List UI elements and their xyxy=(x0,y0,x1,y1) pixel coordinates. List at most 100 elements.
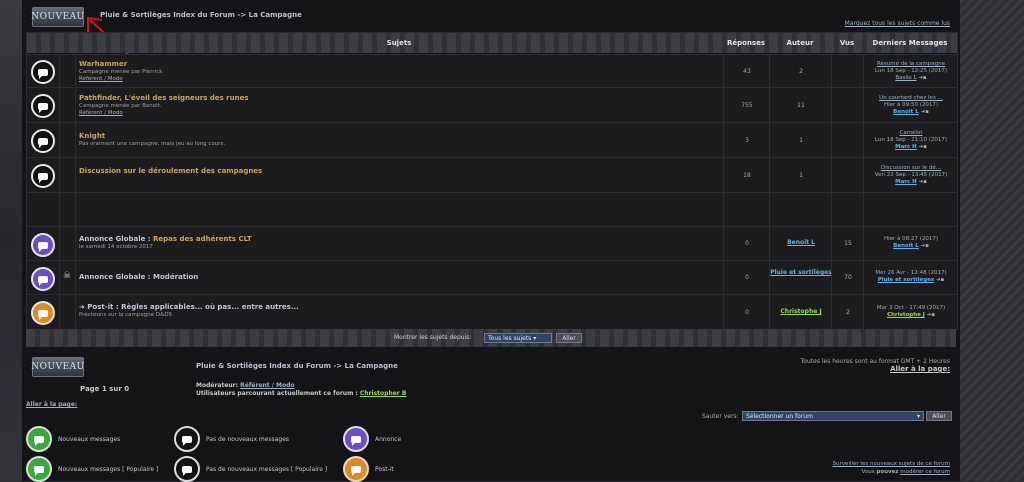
moderator-link[interactable]: Référent / Modo xyxy=(240,382,294,389)
breadcrumb-section-link[interactable]: La Campagne xyxy=(249,11,302,19)
goto-last-post-icon[interactable]: ➜▪ xyxy=(918,75,926,81)
table-row[interactable]: ➜ Post-it : Règles applicables... où pas… xyxy=(27,294,957,329)
topic-description: le samedi 14 octobre 2017 xyxy=(79,244,153,250)
topic-description: Campagne menée par Pierrick xyxy=(79,69,163,75)
last-post-date: Lun 18 Sep - 12:25 (2017) xyxy=(874,68,948,74)
table-row[interactable]: Warhammer Campagne menée par Pierrick Ré… xyxy=(27,54,957,87)
goto-last-post-icon[interactable]: ➜▪ xyxy=(919,179,927,185)
header-replies[interactable]: Réponses xyxy=(723,33,769,53)
goto-page-link[interactable]: Aller à la page: xyxy=(890,365,950,373)
author-count: 1 xyxy=(799,172,803,179)
goto-last-post-icon[interactable]: ➜▪ xyxy=(920,243,928,249)
last-post-date: Hier à 08:27 (2017) xyxy=(883,236,939,242)
topic-title-link[interactable]: Repas des adhérents CLT xyxy=(153,235,252,243)
goto-page-link-left[interactable]: Aller à la page: xyxy=(26,401,77,408)
table-row[interactable]: ☠ Annonce Globale : Modération 0 Pluie e… xyxy=(27,260,957,294)
new-topic-button-bottom[interactable]: NOUVEAU xyxy=(31,357,84,377)
last-post-user-link[interactable]: Basile L xyxy=(895,75,916,81)
new-topic-button[interactable]: NOUVEAU xyxy=(31,7,84,27)
filter-go-button[interactable]: Aller xyxy=(556,333,582,343)
reply-count: 43 xyxy=(743,68,751,75)
topic-title-link[interactable]: Règles applicables... où pas... entre au… xyxy=(121,303,299,311)
author-link[interactable]: Benoit L xyxy=(787,239,815,246)
topic-moderator-link[interactable]: Référent / Modo xyxy=(79,110,123,116)
last-post-user-link[interactable]: Benoit L xyxy=(893,243,919,249)
topic-title-link[interactable]: Warhammer xyxy=(79,60,127,68)
view-count: 15 xyxy=(844,240,852,247)
browsing-users: Utilisateurs parcourant actuellement ce … xyxy=(196,390,407,397)
legend-no-new-popular: Pas de nouveaux messages [ Populaire ] xyxy=(174,456,327,482)
breadcrumb-forum-link[interactable]: Pluie & Sortilèges Index du Forum xyxy=(196,362,331,370)
goto-last-post-icon[interactable]: ➜▪ xyxy=(920,109,928,115)
watch-forum-link[interactable]: Surveiller les nouveaux sujets de ce for… xyxy=(833,461,950,467)
view-count: 70 xyxy=(844,274,852,281)
moderate-info: Vous pouvez modérer ce forum xyxy=(861,469,950,475)
no-new-messages-icon xyxy=(31,60,55,84)
no-new-messages-popular-icon xyxy=(31,94,55,118)
top-bar: NOUVEAU Pluie & Sortilèges Index du Foru… xyxy=(22,0,960,32)
last-post-topic-link[interactable]: Résumé de la campagne xyxy=(877,61,945,67)
last-post-topic-link[interactable]: Camelot xyxy=(899,130,922,136)
last-post-user-link[interactable]: Marc H xyxy=(895,144,917,150)
breadcrumb-section-link[interactable]: La Campagne xyxy=(345,362,398,370)
table-row[interactable]: Knight Pas vraiment une campagne, mais j… xyxy=(27,122,957,157)
left-background xyxy=(0,0,22,481)
new-messages-icon xyxy=(26,426,52,452)
legend-postit: Post-it xyxy=(343,456,394,482)
last-post-date: Ven 22 Sep - 13:45 (2017) xyxy=(874,172,948,178)
header-last-messages[interactable]: Derniers Messages xyxy=(863,33,957,53)
topic-moderator-link[interactable]: Référent / Modo xyxy=(79,76,123,82)
jump-forum-select[interactable]: Sélectionner un forum ▾ xyxy=(742,411,924,421)
announcement-prefix: Annonce Globale : xyxy=(79,235,154,243)
author-link[interactable]: Pluie et sortilèges xyxy=(770,269,832,276)
topics-table: Sujets Réponses Auteur Vus Derniers Mess… xyxy=(26,32,958,330)
last-post-user-link[interactable]: Christophe J xyxy=(887,312,925,318)
last-post-date: Mer 26 Avr - 12:48 (2017) xyxy=(875,270,947,276)
page-info: Page 1 sur 0 xyxy=(80,385,130,393)
goto-last-post-icon[interactable]: ➜▪ xyxy=(919,144,927,150)
topic-title-link[interactable]: Pathfinder, L'éveil des seigneurs des ru… xyxy=(79,94,249,102)
jump-go-button[interactable]: Aller xyxy=(926,411,952,421)
topic-description: Pas vraiment une campagne, mais jeu au l… xyxy=(79,141,226,147)
separator-row xyxy=(27,192,957,226)
table-row[interactable]: Pathfinder, L'éveil des seigneurs des ru… xyxy=(27,87,957,122)
table-row[interactable]: Annonce Globale : Repas des adhérents CL… xyxy=(27,226,957,260)
topic-title-link[interactable]: Knight xyxy=(79,132,105,140)
header-author[interactable]: Auteur xyxy=(769,33,831,53)
announcement-icon xyxy=(31,267,55,291)
moderate-forum-link[interactable]: modérer ce forum xyxy=(900,469,950,475)
topic-title-link[interactable]: Modération xyxy=(153,273,198,281)
legend-new: Nouveaux messages xyxy=(26,426,120,452)
last-post-user-link[interactable]: Benoit L xyxy=(893,109,919,115)
last-post-user-link[interactable]: Marc H xyxy=(895,179,917,185)
goto-last-post-icon[interactable]: ➜▪ xyxy=(936,277,944,283)
forum-main: NOUVEAU Pluie & Sortilèges Index du Foru… xyxy=(22,0,960,482)
reply-count: 3 xyxy=(745,137,749,144)
last-post-topic-link[interactable]: Un courtard chez les ... xyxy=(879,95,943,101)
postit-prefix: ➜ Post-it : xyxy=(79,303,122,311)
goto-last-post-icon[interactable]: ➜▪ xyxy=(927,312,935,318)
postit-icon xyxy=(343,456,369,482)
last-post-date: Mar 3 Oct - 17:49 (2017) xyxy=(876,305,946,311)
last-post-topic-link[interactable]: Discussion sur le dé... xyxy=(881,165,941,171)
topic-title-link[interactable]: Discussion sur le déroulement des campag… xyxy=(79,167,262,175)
announcement-icon xyxy=(31,233,55,257)
no-new-messages-icon xyxy=(31,164,55,188)
right-background xyxy=(960,0,1024,481)
table-row[interactable]: Discussion sur le déroulement des campag… xyxy=(27,157,957,192)
author-count: 1 xyxy=(799,137,803,144)
mark-all-read-link[interactable]: Marquez tous les sujets comme lus xyxy=(845,20,950,27)
show-since-label: Montrer les sujets depuis: xyxy=(394,334,472,341)
browsing-user-link[interactable]: Christopher B xyxy=(360,390,407,397)
moderator-info: Modérateur: Référent / Modo xyxy=(196,382,295,389)
timezone-info: Toutes les heures sont au format GMT + 2… xyxy=(800,358,950,365)
show-since-select[interactable]: Tous les sujets ▾ xyxy=(484,333,552,343)
last-post-user-link[interactable]: Pluie et sortilèges xyxy=(878,277,934,283)
table-header: Sujets Réponses Auteur Vus Derniers Mess… xyxy=(27,33,957,53)
author-link[interactable]: Christophe J xyxy=(780,308,821,315)
announcement-prefix: Annonce Globale : xyxy=(79,273,154,281)
new-messages-popular-icon xyxy=(26,456,52,482)
header-views[interactable]: Vus xyxy=(831,33,863,53)
header-subjects[interactable]: Sujets xyxy=(75,33,723,53)
author-count: 2 xyxy=(799,68,803,75)
